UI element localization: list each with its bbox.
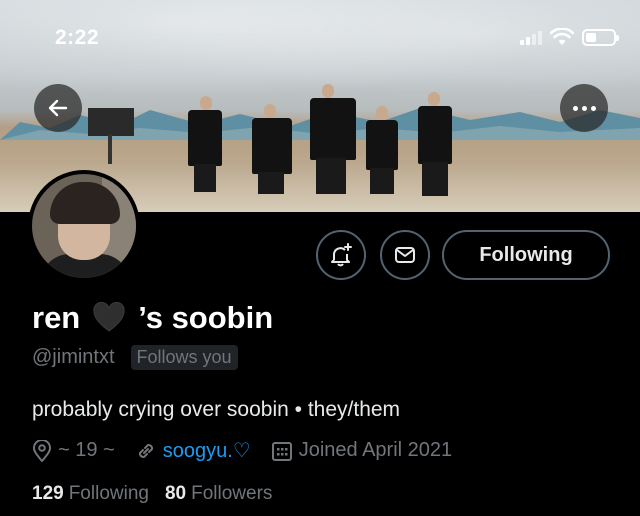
calendar-icon	[271, 441, 292, 461]
status-indicators	[520, 28, 619, 46]
location-pin-icon	[32, 439, 52, 462]
joined-item: Joined April 2021	[271, 439, 452, 462]
message-button[interactable]	[380, 230, 430, 280]
more-options-button[interactable]	[560, 84, 608, 132]
envelope-icon	[395, 247, 415, 263]
followers-label: Followers	[191, 483, 273, 504]
following-label: Following	[68, 483, 149, 504]
profile-bio: probably crying over soobin • they/them	[32, 398, 401, 421]
bell-plus-icon	[331, 243, 352, 267]
link-icon	[138, 443, 153, 458]
cellular-signal-icon	[520, 29, 542, 45]
location-text: ~ 19 ~	[58, 439, 115, 461]
profile-handle: @jimintxt	[32, 346, 115, 368]
back-button[interactable]	[34, 84, 82, 132]
joined-text: Joined April 2021	[298, 439, 453, 461]
followers-count: 80	[164, 483, 187, 504]
profile-meta: ~ 19 ~ soogyu.♡ Joined April 2021	[32, 438, 472, 463]
display-name-start: ren	[32, 300, 81, 335]
followers-count-link[interactable]: 80 Followers	[165, 483, 272, 505]
wifi-icon	[550, 28, 574, 45]
notifications-button[interactable]	[316, 230, 366, 280]
display-name-end: ’s soobin	[138, 300, 274, 335]
following-button[interactable]: Following	[442, 230, 610, 280]
website-item[interactable]: soogyu.♡	[135, 438, 251, 463]
location-item: ~ 19 ~	[32, 439, 115, 462]
following-count-link[interactable]: 129 Following	[32, 483, 149, 505]
battery-icon	[582, 28, 619, 46]
website-link[interactable]: soogyu.♡	[163, 438, 251, 463]
status-time: 2:22	[55, 26, 100, 49]
follows-you-badge: Follows you	[130, 345, 238, 370]
banner-sign-post	[108, 134, 112, 164]
handle-row: @jimintxt Follows you	[32, 345, 238, 370]
arrow-left-icon	[48, 99, 68, 117]
profile-avatar[interactable]	[28, 170, 140, 282]
more-horizontal-icon	[572, 105, 596, 111]
profile-display-name: ren ’s soobin	[32, 300, 273, 336]
follow-counts: 129 Following 80 Followers	[32, 483, 288, 505]
banner-sky	[0, 0, 640, 110]
following-count: 129	[32, 483, 64, 504]
banner-sign	[88, 108, 134, 136]
black-heart-icon	[93, 301, 125, 332]
